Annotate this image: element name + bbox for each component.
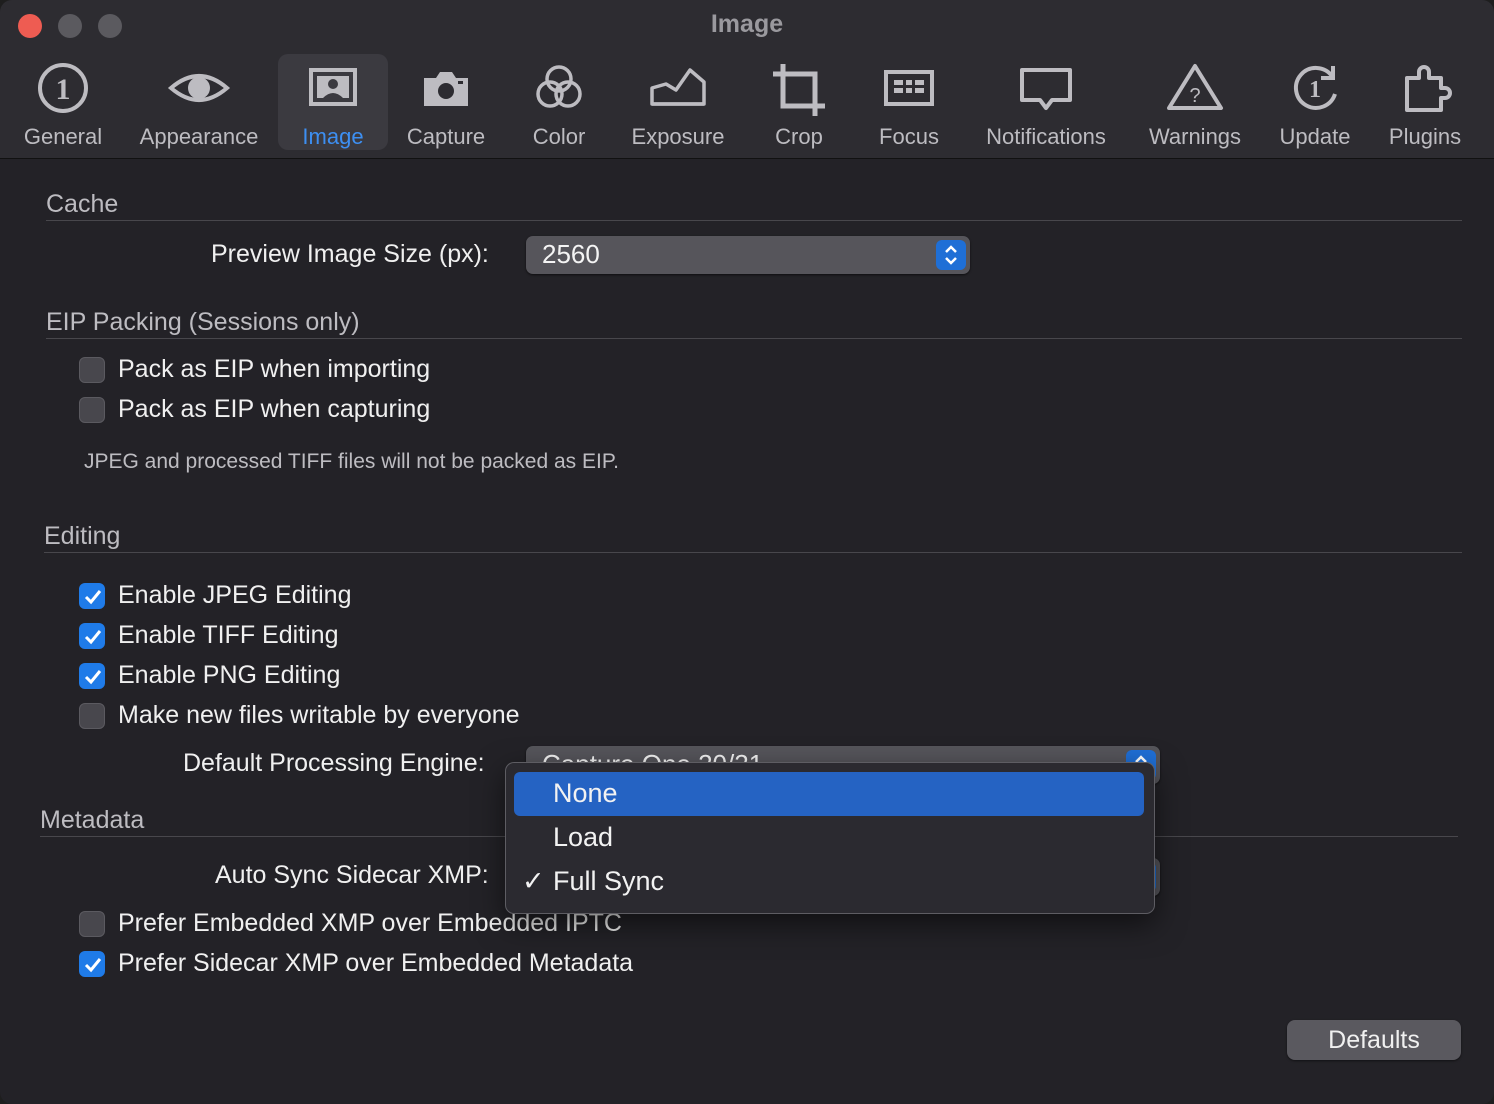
camera-icon <box>424 72 468 106</box>
eip-section-title: EIP Packing (Sessions only) <box>46 308 360 336</box>
tab-crop[interactable]: Crop <box>752 54 846 150</box>
toolbar: Image 1 General Appearance Image Capture… <box>0 0 1494 159</box>
enable-jpeg-label: Enable JPEG Editing <box>118 581 352 609</box>
pack-eip-importing-checkbox[interactable] <box>79 357 105 383</box>
editing-divider <box>44 552 1462 553</box>
warning-triangle-icon: ? <box>1167 64 1223 110</box>
menu-item-load-label: Load <box>553 822 614 852</box>
checkmark-icon <box>84 670 102 685</box>
tab-notifications-label: Notifications <box>986 124 1106 149</box>
svg-text:1: 1 <box>56 73 71 106</box>
editing-section-title: Editing <box>44 522 121 550</box>
crop-icon <box>773 64 825 116</box>
defaults-button[interactable]: Defaults <box>1287 1020 1461 1060</box>
pack-eip-importing-label: Pack as EIP when importing <box>118 355 431 383</box>
menu-item-load[interactable]: Load <box>514 816 1144 860</box>
tab-warnings[interactable]: ? Warnings <box>1146 54 1244 150</box>
color-circles-icon <box>536 65 582 108</box>
metadata-section-title: Metadata <box>40 806 145 834</box>
processing-engine-label: Default Processing Engine: <box>183 749 485 777</box>
svg-text:?: ? <box>1189 85 1200 107</box>
eip-divider <box>46 338 1462 339</box>
update-icon: 1 <box>1293 65 1337 110</box>
tab-exposure-label: Exposure <box>631 124 725 149</box>
eip-note: JPEG and processed TIFF files will not b… <box>84 450 619 473</box>
popup-chevrons-icon <box>936 240 966 270</box>
tab-notifications[interactable]: Notifications <box>986 54 1106 150</box>
prefer-embedded-xmp-checkbox[interactable] <box>79 911 105 937</box>
exposure-histogram-icon <box>650 68 706 106</box>
checkmark-icon <box>84 590 102 605</box>
pack-eip-capturing-checkbox[interactable] <box>79 397 105 423</box>
pack-eip-capturing-label: Pack as EIP when capturing <box>118 395 431 423</box>
tab-update[interactable]: 1 Update <box>1268 54 1362 150</box>
tab-image[interactable]: Image <box>278 54 388 150</box>
preview-size-popup[interactable]: 2560 <box>526 236 970 274</box>
prefer-sidecar-xmp-label: Prefer Sidecar XMP over Embedded Metadat… <box>118 949 634 977</box>
preview-size-label: Preview Image Size (px): <box>211 240 489 268</box>
svg-text:1: 1 <box>1309 77 1321 103</box>
auto-sync-label: Auto Sync Sidecar XMP: <box>215 861 489 889</box>
tab-color-label: Color <box>532 124 586 149</box>
enable-jpeg-checkbox[interactable] <box>79 583 105 609</box>
tab-exposure[interactable]: Exposure <box>628 54 728 150</box>
preview-size-value: 2560 <box>542 239 600 269</box>
tab-focus[interactable]: Focus <box>862 54 956 150</box>
preferences-window: Image 1 General Appearance Image Capture… <box>0 0 1494 1104</box>
menu-item-none[interactable]: None <box>514 772 1144 816</box>
enable-png-checkbox[interactable] <box>79 663 105 689</box>
general-icon: 1 <box>38 63 88 113</box>
menu-item-none-label: None <box>553 778 618 808</box>
eye-icon <box>167 74 231 102</box>
writable-by-everyone-label: Make new files writable by everyone <box>118 701 520 729</box>
focus-grid-icon <box>884 70 934 106</box>
tab-capture[interactable]: Capture <box>396 54 496 150</box>
tab-appearance-label: Appearance <box>139 124 259 149</box>
window-title: Image <box>710 10 784 38</box>
tab-plugins[interactable]: Plugins <box>1380 54 1470 150</box>
tab-color[interactable]: Color <box>512 54 606 150</box>
menu-item-full-sync[interactable]: ✓ Full Sync <box>514 860 1144 904</box>
tab-warnings-label: Warnings <box>1148 124 1242 149</box>
image-icon <box>309 68 357 106</box>
auto-sync-menu: None Load ✓ Full Sync <box>505 762 1155 914</box>
tab-appearance[interactable]: Appearance <box>138 54 260 150</box>
speech-bubble-icon <box>1020 68 1072 110</box>
tab-general[interactable]: 1 General <box>8 54 118 150</box>
tab-plugins-label: Plugins <box>1388 124 1462 149</box>
tab-focus-label: Focus <box>879 124 939 149</box>
checkmark-icon <box>84 958 102 973</box>
writable-by-everyone-checkbox[interactable] <box>79 703 105 729</box>
enable-png-label: Enable PNG Editing <box>118 661 341 689</box>
enable-tiff-checkbox[interactable] <box>79 623 105 649</box>
cache-section-title: Cache <box>46 190 119 218</box>
menu-item-full-sync-label: Full Sync <box>553 866 665 896</box>
prefer-sidecar-xmp-checkbox[interactable] <box>79 951 105 977</box>
checkmark-icon: ✓ <box>522 866 545 896</box>
cache-divider <box>46 220 1462 221</box>
checkmark-icon <box>84 630 102 645</box>
enable-tiff-label: Enable TIFF Editing <box>118 621 339 649</box>
puzzle-icon <box>1405 65 1452 112</box>
